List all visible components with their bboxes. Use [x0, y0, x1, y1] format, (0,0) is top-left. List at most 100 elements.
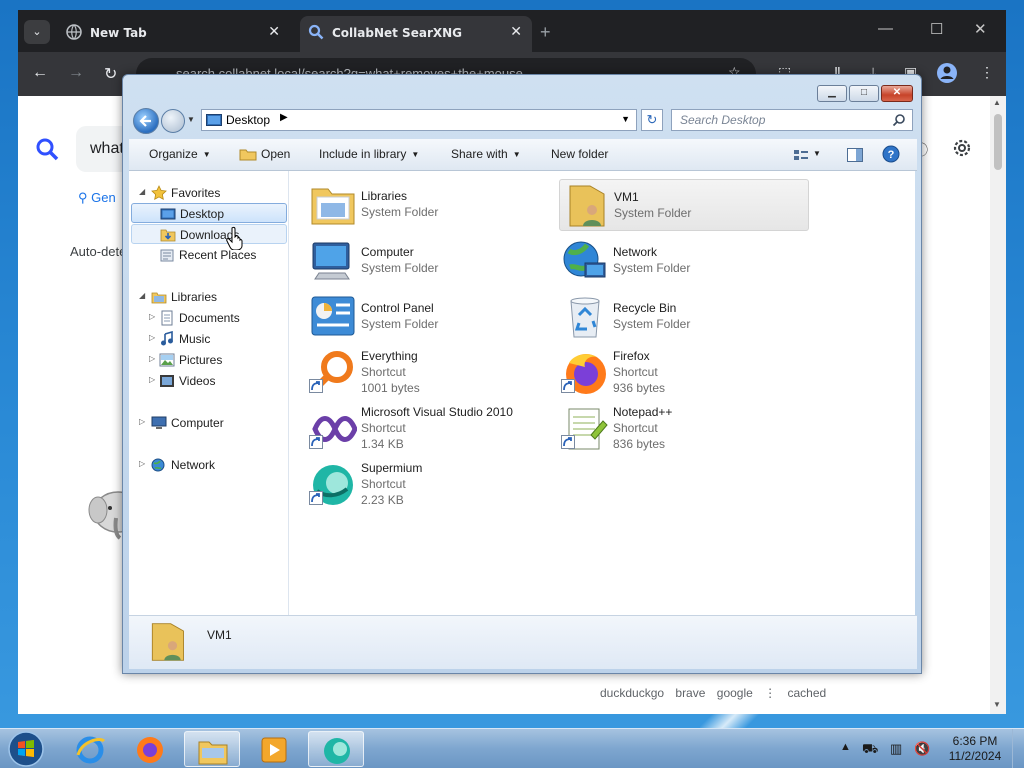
- recent-places-icon: [160, 249, 174, 262]
- engine-duckduckgo[interactable]: duckduckgo: [600, 686, 664, 700]
- refresh-button[interactable]: ↻: [641, 109, 663, 131]
- tab-close-button[interactable]: ✕: [510, 24, 522, 40]
- file-item-control-panel[interactable]: Control Panel System Folder: [307, 291, 557, 343]
- close-button[interactable]: ✕: [881, 85, 913, 102]
- collapsed-arrow-icon[interactable]: ▷: [149, 333, 155, 342]
- taskbar-media-player[interactable]: [246, 731, 302, 767]
- open-button[interactable]: Open: [261, 147, 290, 161]
- back-button[interactable]: [133, 108, 159, 134]
- scroll-up-icon[interactable]: ▲: [993, 98, 1001, 107]
- collapsed-arrow-icon[interactable]: ▷: [149, 375, 155, 384]
- change-view-icon[interactable]: [793, 149, 809, 161]
- address-dropdown-icon[interactable]: ▼: [621, 114, 630, 124]
- forward-button[interactable]: [161, 109, 185, 133]
- searxng-logo-icon[interactable]: [34, 136, 60, 162]
- nav-videos[interactable]: ▷ Videos: [131, 371, 287, 391]
- minimize-button[interactable]: —: [878, 20, 893, 37]
- nav-downloads[interactable]: Downloads: [131, 224, 287, 244]
- nav-desktop[interactable]: Desktop: [131, 203, 287, 223]
- nav-recent-places[interactable]: Recent Places: [131, 245, 287, 265]
- expanded-arrow-icon[interactable]: ◢: [139, 291, 145, 300]
- nav-music[interactable]: ▷ Music: [131, 329, 287, 349]
- tray-device-icon[interactable]: ⛟: [862, 741, 878, 759]
- collapsed-arrow-icon[interactable]: ▷: [139, 417, 145, 426]
- nav-network[interactable]: ▷ Network: [131, 455, 287, 475]
- nav-pictures[interactable]: ▷ Pictures: [131, 350, 287, 370]
- file-item-visual-studio[interactable]: Microsoft Visual Studio 2010 Shortcut 1.…: [307, 403, 557, 455]
- nav-computer[interactable]: ▷ Computer: [131, 413, 287, 433]
- help-icon[interactable]: ?: [882, 145, 900, 163]
- file-name: VM1: [614, 190, 639, 204]
- file-name: Control Panel: [361, 301, 434, 315]
- file-item-supermium[interactable]: Supermium Shortcut 2.23 KB: [307, 459, 557, 511]
- file-item-computer[interactable]: Computer System Folder: [307, 235, 557, 287]
- close-button[interactable]: ✕: [974, 20, 987, 38]
- system-clock[interactable]: 6:36 PM 11/2/2024: [944, 734, 1006, 764]
- tab-general[interactable]: ⚲ Gen: [78, 190, 116, 206]
- breadcrumb-chevron-icon[interactable]: ▶: [280, 112, 288, 123]
- menu-dots-icon[interactable]: ⋮: [980, 64, 994, 81]
- tab-close-button[interactable]: ✕: [268, 24, 280, 40]
- nav-documents[interactable]: ▷ Documents: [131, 308, 287, 328]
- auto-detect-text: Auto-dete: [70, 244, 127, 259]
- taskbar-firefox[interactable]: [122, 731, 178, 767]
- start-button-icon[interactable]: [6, 730, 46, 768]
- tab-new-tab[interactable]: New Tab ✕: [58, 16, 290, 52]
- minimize-button[interactable]: ▁: [817, 85, 847, 102]
- collapsed-arrow-icon[interactable]: ▷: [139, 459, 145, 468]
- back-arrow-icon: [139, 115, 151, 127]
- tab-general-label: Gen: [91, 190, 116, 205]
- expanded-arrow-icon[interactable]: ◢: [139, 187, 145, 196]
- search-icon: [892, 114, 905, 127]
- nav-libraries[interactable]: ◢ Libraries: [131, 287, 287, 307]
- collapsed-arrow-icon[interactable]: ▷: [149, 354, 155, 363]
- file-item-notepad-plus-plus[interactable]: Notepad++ Shortcut 836 bytes: [559, 403, 809, 455]
- address-location[interactable]: Desktop: [226, 113, 270, 127]
- new-tab-button[interactable]: +: [540, 22, 551, 43]
- file-item-vm1[interactable]: VM1 System Folder: [559, 179, 809, 231]
- include-in-library-button[interactable]: Include in library ▼: [319, 147, 419, 161]
- file-item-firefox[interactable]: Firefox Shortcut 936 bytes: [559, 347, 809, 399]
- pictures-icon: [159, 353, 175, 367]
- collapsed-arrow-icon[interactable]: ▷: [149, 312, 155, 321]
- nav-documents-label: Documents: [179, 311, 240, 325]
- scroll-down-icon[interactable]: ▼: [993, 700, 1001, 709]
- show-desktop-button[interactable]: [1012, 729, 1024, 768]
- preview-pane-icon[interactable]: [847, 148, 863, 162]
- nav-libraries-label: Libraries: [171, 290, 218, 304]
- recent-pages-dropdown-icon[interactable]: ▼: [187, 115, 195, 124]
- engine-brave[interactable]: brave: [675, 686, 705, 700]
- tray-network-icon[interactable]: ▥: [890, 741, 902, 757]
- tray-overflow-chevron-icon[interactable]: ▲: [840, 741, 851, 753]
- organize-button[interactable]: Organize ▼: [149, 147, 211, 161]
- view-dropdown-icon[interactable]: ▼: [813, 149, 821, 158]
- nav-music-label: Music: [179, 332, 211, 346]
- reload-icon[interactable]: ↻: [104, 64, 117, 84]
- cached-link[interactable]: cached: [788, 686, 827, 700]
- tab-search-button[interactable]: ⌄: [24, 20, 50, 44]
- tab-searxng[interactable]: CollabNet SearXNG ✕: [300, 16, 532, 52]
- address-bar[interactable]: Desktop ▶ ▼: [201, 109, 637, 131]
- search-input[interactable]: Search Desktop: [671, 109, 913, 131]
- taskbar-supermium[interactable]: [308, 731, 364, 767]
- file-item-libraries[interactable]: Libraries System Folder: [307, 179, 557, 231]
- tab-label: CollabNet SearXNG: [332, 26, 463, 40]
- page-scrollbar[interactable]: ▲ ▼: [990, 96, 1006, 714]
- back-icon[interactable]: ←: [32, 64, 48, 82]
- engine-google[interactable]: google: [717, 686, 753, 700]
- gear-icon[interactable]: [950, 136, 974, 160]
- profile-avatar-icon[interactable]: [936, 62, 958, 84]
- scroll-thumb[interactable]: [994, 114, 1002, 170]
- maximize-button[interactable]: □: [849, 85, 879, 102]
- tray-volume-muted-icon[interactable]: 🔇: [914, 741, 930, 757]
- maximize-button[interactable]: ☐: [930, 20, 943, 38]
- share-with-button[interactable]: Share with ▼: [451, 147, 521, 161]
- taskbar-internet-explorer[interactable]: [62, 731, 118, 767]
- taskbar-windows-explorer[interactable]: [184, 731, 240, 767]
- file-item-network[interactable]: Network System Folder: [559, 235, 809, 287]
- file-item-recycle-bin[interactable]: Recycle Bin System Folder: [559, 291, 809, 343]
- file-item-everything[interactable]: Everything Shortcut 1001 bytes: [307, 347, 557, 399]
- forward-icon[interactable]: →: [68, 64, 84, 82]
- nav-favorites[interactable]: ◢ Favorites: [131, 183, 287, 203]
- new-folder-button[interactable]: New folder: [551, 147, 608, 161]
